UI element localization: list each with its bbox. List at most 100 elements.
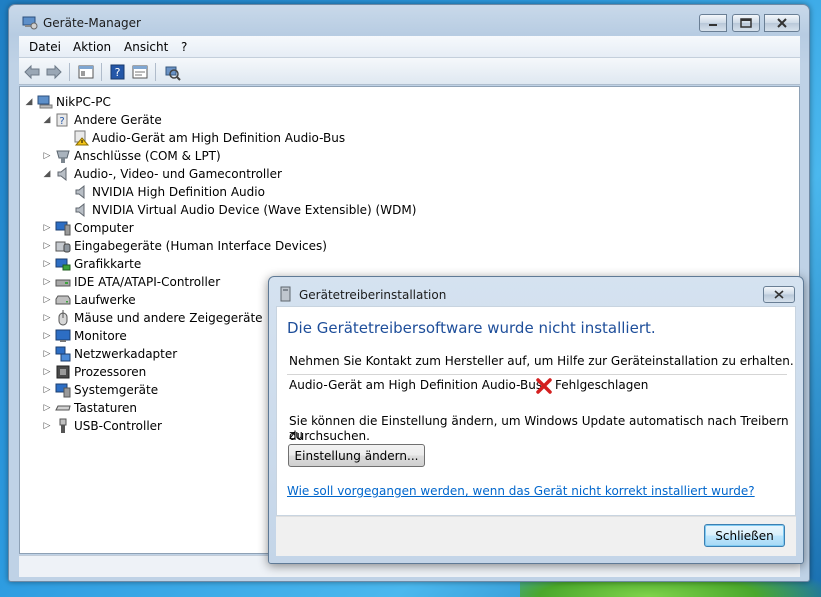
expand-arrow-icon[interactable]: ▷	[42, 259, 52, 269]
computer-icon	[55, 221, 71, 236]
expand-arrow-icon[interactable]: ▷	[42, 241, 52, 251]
tree-item-usb-controller[interactable]: ▷ USB-Controller	[42, 417, 162, 435]
mouse-icon	[58, 310, 68, 326]
restore-icon	[740, 18, 752, 28]
contact-text: Nehmen Sie Kontakt zum Hersteller auf, u…	[289, 354, 794, 368]
scan-hardware-icon[interactable]	[163, 63, 181, 81]
tree-item-computer[interactable]: ▷ Computer	[42, 219, 134, 237]
toolbar-separator	[101, 63, 102, 81]
tree-root[interactable]: ◢ NikPC-PC	[24, 93, 111, 111]
warning-device-icon	[74, 130, 89, 146]
window-title: Geräte-Manager	[43, 16, 141, 30]
dialog-title: Gerätetreiberinstallation	[299, 288, 447, 302]
menu-datei[interactable]: Datei	[29, 40, 61, 54]
back-arrow-icon[interactable]	[23, 63, 41, 81]
close-icon	[777, 18, 787, 28]
maximize-button[interactable]	[732, 14, 760, 32]
tree-item-label: Mäuse und andere Zeigegeräte	[74, 311, 263, 325]
tree-item-laufwerke[interactable]: ▷ Laufwerke	[42, 291, 136, 309]
error-x-icon	[536, 378, 552, 394]
help-icon[interactable]: ?	[109, 63, 127, 81]
tree-item-prozessoren[interactable]: ▷ Prozessoren	[42, 363, 147, 381]
tree-item-maeuse[interactable]: ▷ Mäuse und andere Zeigegeräte	[42, 309, 263, 327]
tree-item-audio-device-warning[interactable]: Audio-Gerät am High Definition Audio-Bus	[60, 129, 345, 147]
tree-item-label: Systemgeräte	[74, 383, 159, 397]
tree-item-label: NVIDIA Virtual Audio Device (Wave Extens…	[92, 203, 417, 217]
keyboard-icon	[55, 405, 71, 411]
minimize-button[interactable]	[699, 14, 727, 32]
menu-help[interactable]: ?	[181, 40, 187, 54]
menu-aktion[interactable]: Aktion	[73, 40, 111, 54]
close-icon	[774, 290, 784, 299]
expand-arrow-icon[interactable]: ▷	[42, 277, 52, 287]
toolbar-separator	[69, 63, 70, 81]
tree-item-tastaturen[interactable]: ▷ Tastaturen	[42, 399, 137, 417]
help-link[interactable]: Wie soll vorgegangen werden, wenn das Ge…	[287, 484, 755, 498]
tree-root-label: NikPC-PC	[56, 95, 111, 109]
port-icon	[56, 150, 70, 163]
tree-item-label: Andere Geräte	[74, 113, 162, 127]
minimize-icon	[709, 24, 717, 26]
device-name: Audio-Gerät am High Definition Audio-Bus	[289, 378, 543, 392]
speaker-icon	[57, 166, 67, 182]
forward-arrow-icon[interactable]	[45, 63, 63, 81]
speaker-icon	[75, 184, 85, 200]
speaker-icon	[75, 202, 85, 218]
computer-icon	[37, 95, 53, 109]
device-installer-icon	[280, 286, 291, 302]
usb-icon	[59, 418, 67, 433]
tree-item-label: NVIDIA High Definition Audio	[92, 185, 265, 199]
network-icon	[55, 346, 71, 362]
dialog-footer: Schließen	[276, 516, 796, 556]
tree-item-grafikkarte[interactable]: ▷ Grafikkarte	[42, 255, 142, 273]
drive-icon	[55, 295, 71, 305]
dialog-content: Die Gerätetreibersoftware wurde nicht in…	[276, 306, 796, 516]
menu-ansicht[interactable]: Ansicht	[124, 40, 168, 54]
dialog-close-button[interactable]	[763, 286, 795, 303]
collapse-arrow-icon[interactable]: ◢	[42, 115, 52, 125]
title-bar[interactable]: Geräte-Manager	[9, 5, 809, 35]
expand-arrow-icon[interactable]: ▷	[42, 313, 52, 323]
menu-bar: Datei Aktion Ansicht ?	[19, 36, 800, 58]
processor-icon	[56, 365, 70, 379]
expand-arrow-icon[interactable]: ▷	[42, 295, 52, 305]
show-hide-console-tree-icon[interactable]	[77, 63, 95, 81]
tree-item-andere-geraete[interactable]: ◢ ? Andere Geräte	[42, 111, 162, 129]
tree-item-netzwerkadapter[interactable]: ▷ Netzwerkadapter	[42, 345, 177, 363]
collapse-arrow-icon[interactable]: ◢	[24, 97, 34, 107]
expand-arrow-icon[interactable]: ▷	[42, 331, 52, 341]
expand-arrow-icon[interactable]: ▷	[42, 223, 52, 233]
tree-item-label: USB-Controller	[74, 419, 162, 433]
tree-item-label: Prozessoren	[74, 365, 147, 379]
tree-item-systemgeraete[interactable]: ▷ Systemgeräte	[42, 381, 158, 399]
device-status: Fehlgeschlagen	[555, 378, 649, 392]
device-manager-icon	[22, 16, 38, 30]
tree-item-ide[interactable]: ▷ IDE ATA/ATAPI-Controller	[42, 273, 221, 291]
tree-item-eingabegeraete[interactable]: ▷ Eingabegeräte (Human Interface Devices…	[42, 237, 327, 255]
unknown-device-icon: ?	[56, 113, 68, 127]
tree-item-nvidia-hd-audio[interactable]: NVIDIA High Definition Audio	[60, 183, 265, 201]
close-dialog-button[interactable]: Schließen	[704, 524, 785, 547]
expand-arrow-icon[interactable]: ▷	[42, 385, 52, 395]
tree-item-label: Audio-Gerät am High Definition Audio-Bus	[92, 131, 346, 145]
monitor-icon	[55, 329, 71, 342]
tree-item-label: Grafikkarte	[74, 257, 142, 271]
tree-item-monitore[interactable]: ▷ Monitore	[42, 327, 127, 345]
expand-arrow-icon[interactable]: ▷	[42, 403, 52, 413]
close-button[interactable]	[764, 14, 800, 32]
change-setting-button[interactable]: Einstellung ändern...	[288, 444, 425, 467]
tree-item-label: Laufwerke	[74, 293, 136, 307]
tree-item-anschluesse[interactable]: ▷ Anschlüsse (COM & LPT)	[42, 147, 221, 165]
properties-icon[interactable]	[131, 63, 149, 81]
tree-item-label: Tastaturen	[74, 401, 137, 415]
expand-arrow-icon[interactable]: ▷	[42, 367, 52, 377]
expand-arrow-icon[interactable]: ▷	[42, 151, 52, 161]
expand-arrow-icon[interactable]: ▷	[42, 421, 52, 431]
toolbar-separator	[155, 63, 156, 81]
display-adapter-icon	[55, 258, 71, 271]
expand-arrow-icon[interactable]: ▷	[42, 349, 52, 359]
tree-item-audio-video[interactable]: ◢ Audio-, Video- und Gamecontroller	[42, 165, 282, 183]
tree-item-nvidia-virtual-audio[interactable]: NVIDIA Virtual Audio Device (Wave Extens…	[60, 201, 416, 219]
tree-item-label: Audio-, Video- und Gamecontroller	[74, 167, 282, 181]
collapse-arrow-icon[interactable]: ◢	[42, 169, 52, 179]
